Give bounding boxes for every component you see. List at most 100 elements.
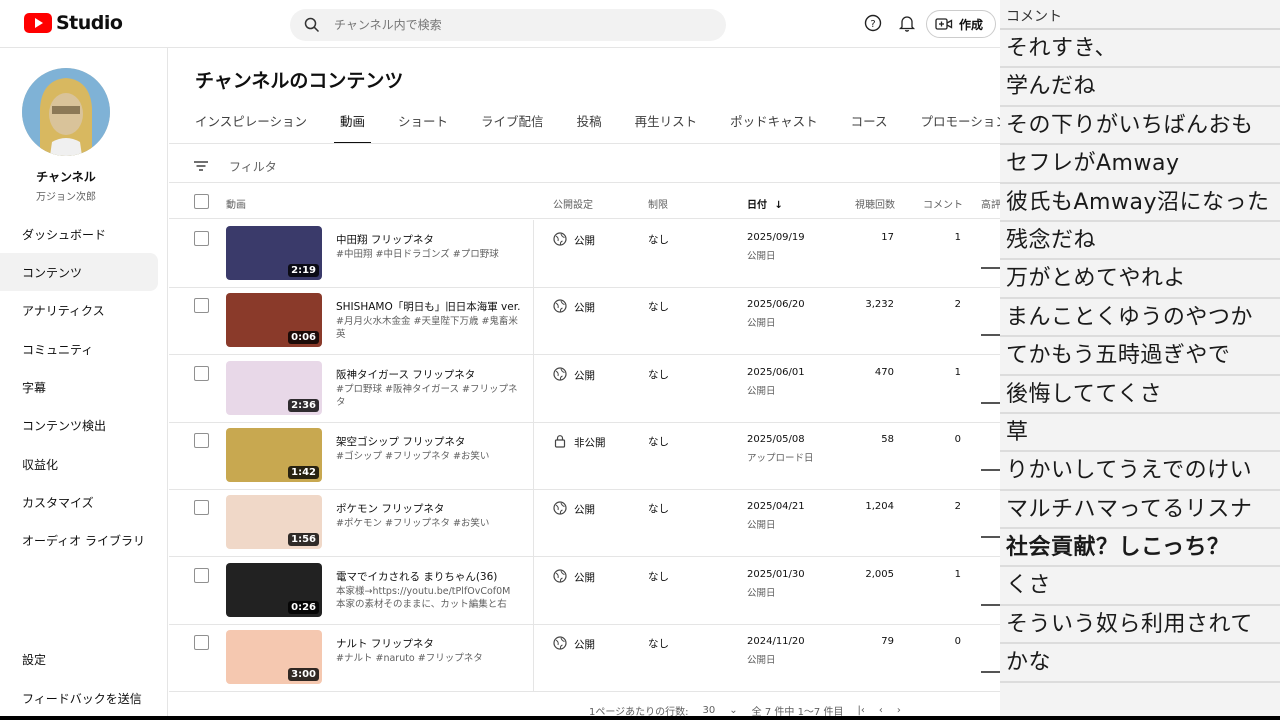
- sidebar-item-analytics[interactable]: アナリティクス: [0, 291, 158, 329]
- filter-label: フィルタ: [229, 159, 277, 174]
- tab-posts[interactable]: 投稿: [577, 108, 602, 144]
- visibility-setting[interactable]: 公開: [553, 299, 595, 316]
- column-header-date-label: 日付: [747, 200, 767, 211]
- row-checkbox[interactable]: [194, 365, 209, 381]
- table-row[interactable]: 1:56 ポケモン フリップネタ #ポケモン #フリップネタ #お笑い 公開 なし 202…: [169, 489, 1000, 558]
- comment-count[interactable]: 2: [955, 501, 961, 512]
- visibility-label: 公開: [574, 571, 595, 584]
- video-thumbnail[interactable]: 0:26: [226, 562, 322, 617]
- table-row[interactable]: 2:19 中田翔 フリップネタ #中田翔 #中日ドラゴンズ #プロ野球 公開 なし 202…: [169, 220, 1000, 288]
- comment-count[interactable]: 1: [955, 569, 961, 580]
- row-checkbox[interactable]: [194, 567, 209, 583]
- sidebar-item-settings[interactable]: 設定: [0, 640, 158, 678]
- video-duration: 3:00: [288, 667, 319, 681]
- tab-live[interactable]: ライブ配信: [481, 108, 544, 144]
- table-row[interactable]: 3:00 ナルト フリップネタ #ナルト #naruto #フリップネタ 公開 なし 20…: [169, 623, 1000, 692]
- column-divider: [533, 287, 534, 355]
- sidebar-item-customize[interactable]: カスタマイズ: [0, 483, 158, 521]
- row-checkbox[interactable]: [194, 231, 209, 246]
- sidebar-item-monetization[interactable]: 収益化: [0, 445, 158, 483]
- studio-logo[interactable]: Studio: [24, 12, 123, 34]
- row-checkbox[interactable]: [194, 500, 209, 516]
- channel-avatar[interactable]: [22, 68, 110, 156]
- page-title: チャンネルのコンテンツ: [195, 70, 404, 92]
- video-thumbnail[interactable]: 1:42: [226, 427, 322, 482]
- table-row[interactable]: 0:06 SHISHAMO「明日も」旧日本海軍 ver. #月月火水木金金 #天皇陛…: [169, 287, 1000, 356]
- video-thumbnail[interactable]: 0:06: [226, 293, 322, 348]
- visibility-setting[interactable]: 公開: [553, 232, 595, 249]
- column-header-visibility[interactable]: 公開設定: [553, 196, 593, 211]
- video-title[interactable]: 阪神タイガース フリップネタ: [336, 367, 521, 382]
- tab-videos[interactable]: 動画: [334, 108, 372, 144]
- sidebar-item-dashboard[interactable]: ダッシュボード: [0, 215, 158, 253]
- video-title[interactable]: 電マでイカされる まりちゃん(36): [336, 569, 521, 584]
- tab-podcasts[interactable]: ポッドキャスト: [730, 108, 818, 144]
- column-header-views[interactable]: 視聴回数: [855, 196, 895, 211]
- search-box[interactable]: [290, 9, 726, 41]
- globe-icon: [553, 299, 567, 316]
- tab-playlists[interactable]: 再生リスト: [635, 108, 698, 144]
- video-date: 2025/09/19: [747, 232, 805, 243]
- video-title[interactable]: SHISHAMO「明日も」旧日本海軍 ver.: [336, 299, 521, 314]
- video-title[interactable]: ポケモン フリップネタ: [336, 501, 521, 516]
- restriction-value: なし: [648, 234, 669, 246]
- help-icon[interactable]: ?: [862, 12, 884, 34]
- video-title[interactable]: 架空ゴシップ フリップネタ: [336, 434, 521, 449]
- next-page-icon[interactable]: ›: [897, 705, 901, 716]
- video-title[interactable]: ナルト フリップネタ: [336, 636, 521, 651]
- sidebar-item-subtitles[interactable]: 字幕: [0, 368, 158, 406]
- sidebar-item-label: フィードバックを送信: [22, 691, 142, 706]
- table-row[interactable]: 0:26 電マでイカされる まりちゃん(36) 本家様→https://youtu.…: [169, 556, 1000, 625]
- sidebar-item-content[interactable]: コンテンツ: [0, 253, 158, 291]
- sidebar-item-feedback[interactable]: フィードバックを送信: [0, 679, 158, 717]
- comment-count[interactable]: 1: [955, 232, 961, 243]
- tab-shorts[interactable]: ショート: [398, 108, 448, 144]
- video-thumbnail[interactable]: 3:00: [226, 629, 322, 684]
- rows-per-page-select[interactable]: 30: [703, 705, 716, 716]
- row-checkbox[interactable]: [194, 432, 209, 448]
- video-thumbnail[interactable]: 2:19: [226, 226, 322, 280]
- view-count: 2,005: [865, 568, 894, 580]
- tab-inspiration[interactable]: インスピレーション: [195, 108, 307, 144]
- search-input[interactable]: [334, 18, 694, 32]
- visibility-setting[interactable]: 非公開: [553, 434, 606, 451]
- comment-count[interactable]: 2: [955, 299, 961, 310]
- select-all-checkbox[interactable]: [194, 194, 209, 209]
- row-checkbox[interactable]: [194, 298, 209, 314]
- notifications-bell-icon[interactable]: [896, 12, 918, 34]
- video-description: #中田翔 #中日ドラゴンズ #プロ野球: [336, 249, 499, 260]
- table-row[interactable]: 2:36 阪神タイガース フリップネタ #プロ野球 #阪神タイガース #フリップネタ…: [169, 354, 1000, 423]
- visibility-setting[interactable]: 公開: [553, 501, 595, 518]
- sidebar-item-audio-library[interactable]: オーディオ ライブラリ: [0, 521, 158, 559]
- comment-stream-panel: コメント それすき、 学んだね その下りがいちばんおも セフレがAmway 彼氏もAmw…: [1000, 0, 1280, 720]
- video-title[interactable]: 中田翔 フリップネタ: [336, 232, 521, 247]
- column-header-date[interactable]: 日付 ↓: [747, 196, 783, 211]
- video-thumbnail[interactable]: 1:56: [226, 495, 322, 550]
- video-date: 2024/11/20: [747, 635, 805, 647]
- video-date-label: 公開日: [747, 318, 776, 330]
- table-row[interactable]: 1:42 架空ゴシップ フリップネタ #ゴシップ #フリップネタ #お笑い 非公開 なし…: [169, 421, 1000, 490]
- filter-bar[interactable]: フィルタ: [193, 152, 277, 180]
- filter-icon: [194, 161, 208, 171]
- visibility-setting[interactable]: 公開: [553, 568, 595, 586]
- chevron-down-icon[interactable]: ⌄: [729, 705, 737, 716]
- comment-item: 草: [1000, 414, 1280, 453]
- prev-page-icon[interactable]: ‹: [879, 705, 883, 716]
- create-button[interactable]: 作成: [926, 10, 997, 38]
- visibility-setting[interactable]: 公開: [553, 636, 595, 653]
- column-header-likes[interactable]: 高評: [981, 196, 1001, 211]
- tab-courses[interactable]: コース: [851, 108, 888, 144]
- video-date: 2025/01/30: [747, 568, 805, 580]
- tab-promotions[interactable]: プロモーション: [921, 108, 1008, 144]
- first-page-icon[interactable]: |‹: [857, 705, 864, 716]
- comment-count[interactable]: 0: [955, 434, 961, 445]
- comment-count[interactable]: 1: [955, 367, 961, 378]
- row-checkbox[interactable]: [194, 634, 209, 650]
- video-thumbnail[interactable]: 2:36: [226, 360, 322, 415]
- sidebar-item-community[interactable]: コミュニティ: [0, 330, 158, 368]
- visibility-setting[interactable]: 公開: [553, 366, 595, 384]
- column-header-restrictions[interactable]: 制限: [648, 196, 668, 211]
- column-header-comments[interactable]: コメント: [923, 196, 963, 211]
- sidebar-item-content-detection[interactable]: コンテンツ検出: [0, 406, 158, 444]
- comment-count[interactable]: 0: [955, 636, 961, 647]
